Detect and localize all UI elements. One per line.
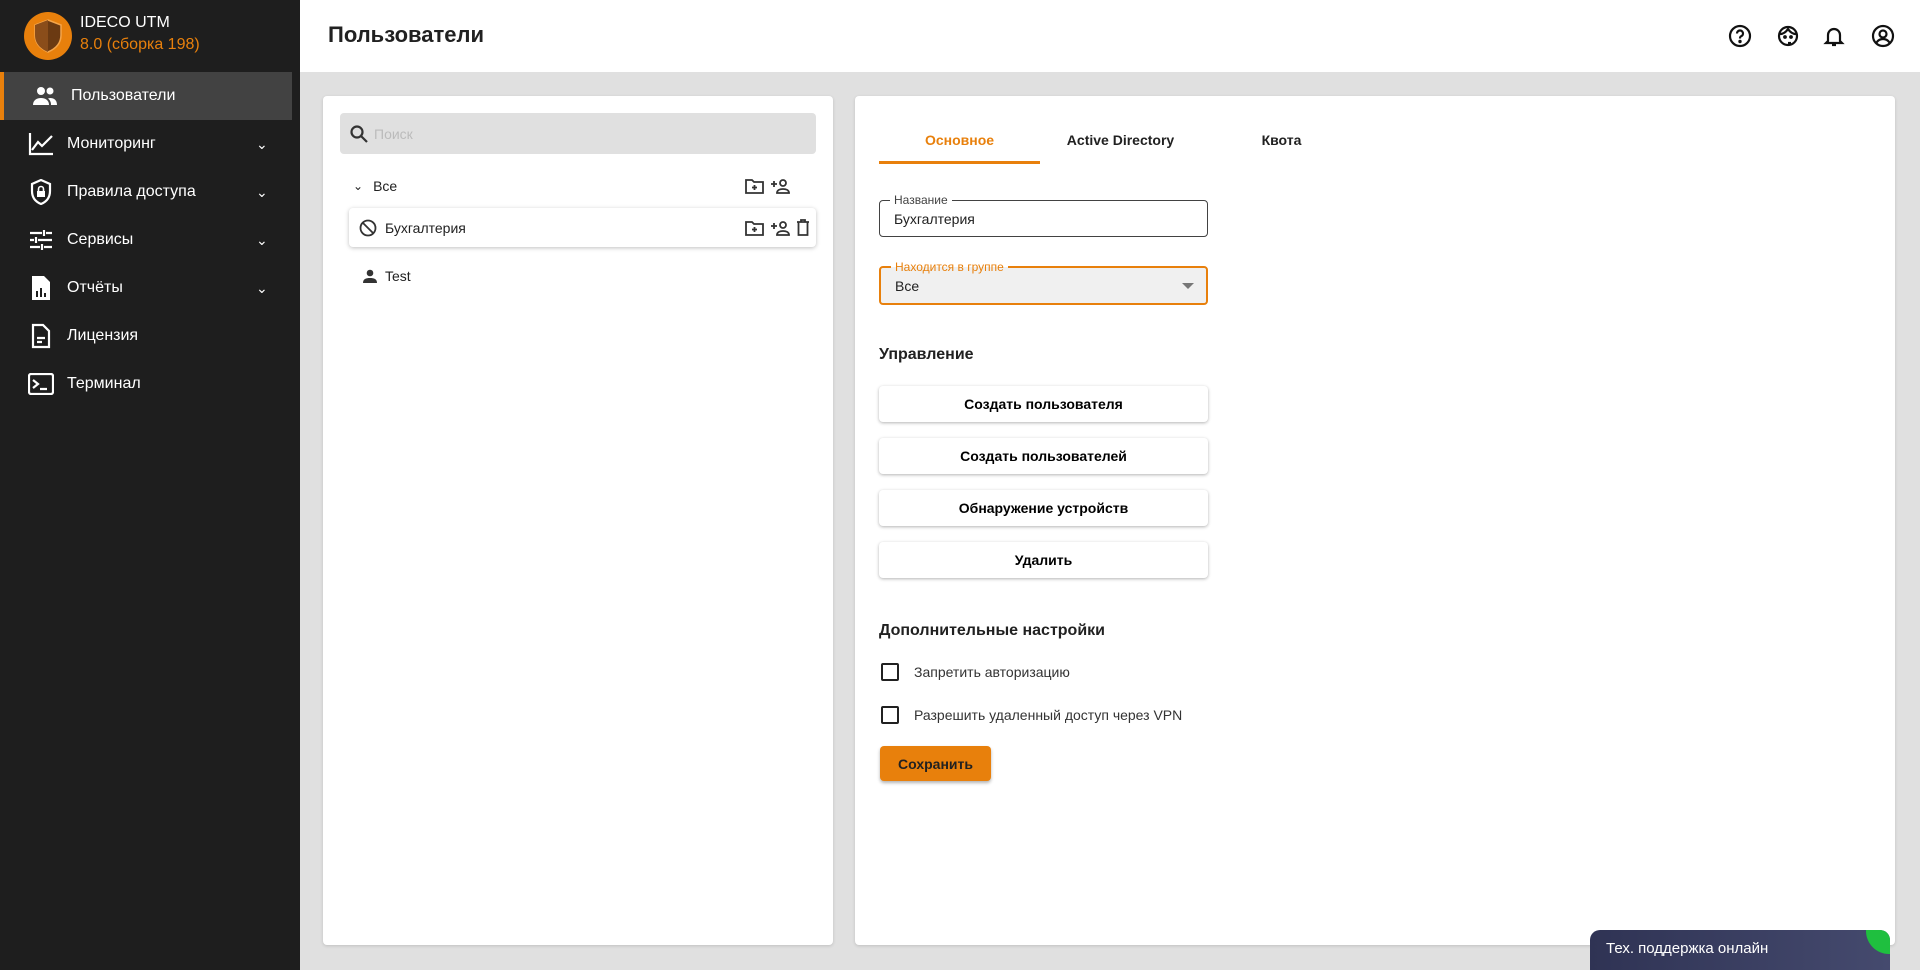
terminal-icon (28, 371, 54, 397)
create-user-button[interactable]: Создать пользователя (879, 386, 1208, 422)
document-icon (28, 323, 54, 349)
row-actions (745, 178, 790, 194)
tree-node-label: Бухгалтерия (385, 219, 466, 236)
tree-node-all[interactable]: ⌄ Все (353, 174, 813, 198)
groups-tree-panel: ⌄ Все Бухгалтерия Test (323, 96, 833, 945)
sliders-icon (28, 227, 54, 253)
add-user-icon[interactable] (770, 178, 790, 194)
create-users-button[interactable]: Создать пользователей (879, 438, 1208, 474)
brand: IDECO UTM 8.0 (сборка 198) (80, 12, 200, 56)
tab-active-directory[interactable]: Active Directory (1040, 120, 1201, 164)
deny-auth-checkbox[interactable] (881, 663, 899, 681)
shield-lock-icon (28, 179, 54, 205)
sidebar-item-reports[interactable]: Отчёты ⌄ (0, 264, 292, 312)
sidebar-item-services[interactable]: Сервисы ⌄ (0, 216, 292, 264)
add-folder-icon[interactable] (745, 220, 764, 236)
parent-group-label: Находится в группе (891, 260, 1008, 274)
sidebar-item-label: Мониторинг (67, 135, 156, 152)
help-icon[interactable] (1728, 24, 1752, 48)
page-title: Пользователи (328, 22, 485, 47)
group-details-panel: Основное Active Directory Квота Название… (855, 96, 1895, 945)
support-chat-widget[interactable]: Тех. поддержка онлайн (1590, 930, 1890, 970)
add-user-icon[interactable] (770, 220, 790, 236)
sidebar-item-label: Пользователи (71, 87, 176, 104)
row-actions (745, 219, 810, 236)
delete-button[interactable]: Удалить (879, 542, 1208, 578)
dropdown-arrow-icon (1182, 283, 1194, 289)
header: Пользователи (300, 0, 1920, 72)
tab-main[interactable]: Основное (879, 120, 1040, 164)
tree-node-user[interactable]: Test (363, 264, 411, 288)
sidebar-item-label: Отчёты (67, 279, 123, 296)
sidebar-item-users[interactable]: Пользователи (0, 72, 292, 120)
chevron-down-icon: ⌄ (256, 231, 268, 248)
users-icon (32, 83, 58, 109)
extra-settings-heading: Дополнительные настройки (879, 622, 1105, 639)
tree-node-label: Все (373, 178, 398, 194)
sidebar-item-access-rules[interactable]: Правила доступа ⌄ (0, 168, 292, 216)
sidebar-item-label: Терминал (67, 375, 141, 392)
sidebar-item-label: Сервисы (67, 231, 134, 248)
tree-node-group[interactable]: Бухгалтерия (349, 208, 816, 247)
allow-vpn-checkbox-row[interactable]: Разрешить удаленный доступ через VPN (881, 706, 1182, 724)
parent-group-value: Все (895, 278, 920, 294)
blocked-icon (359, 219, 377, 236)
tree-node-label: Test (385, 268, 411, 284)
name-field[interactable]: Название Бухгалтерия (879, 193, 1208, 237)
tab-quota[interactable]: Квота (1201, 120, 1362, 164)
deny-auth-checkbox-row[interactable]: Запретить авторизацию (881, 663, 1070, 681)
save-button[interactable]: Сохранить (880, 746, 991, 781)
support-label: Тех. поддержка онлайн (1606, 940, 1769, 957)
search-icon (350, 124, 368, 143)
bell-icon[interactable] (1822, 24, 1846, 48)
person-icon (363, 269, 377, 283)
chevron-down-icon[interactable]: ⌄ (353, 179, 363, 193)
chart-line-icon (28, 131, 54, 157)
chevron-down-icon: ⌄ (256, 279, 268, 296)
sidebar-item-label: Лицензия (67, 327, 139, 344)
account-icon[interactable] (1871, 24, 1895, 48)
checkbox-label: Разрешить удаленный доступ через VPN (914, 707, 1183, 723)
delete-icon[interactable] (796, 219, 810, 236)
chevron-down-icon: ⌄ (256, 183, 268, 200)
sidebar: IDECO UTM 8.0 (сборка 198) Пользователи … (0, 0, 300, 970)
name-field-label: Название (890, 193, 952, 207)
checkbox-label: Запретить авторизацию (914, 664, 1070, 680)
name-field-value: Бухгалтерия (894, 211, 975, 227)
online-status-indicator (1866, 930, 1890, 954)
app-version: 8.0 (сборка 198) (80, 36, 200, 53)
sidebar-item-monitoring[interactable]: Мониторинг ⌄ (0, 120, 292, 168)
sidebar-item-terminal[interactable]: Терминал (0, 360, 292, 408)
sidebar-item-license[interactable]: Лицензия (0, 312, 292, 360)
support-agent-icon[interactable] (1776, 24, 1800, 48)
search-input[interactable] (374, 125, 774, 142)
parent-group-select[interactable]: Находится в группе Все (879, 260, 1208, 305)
app-name: IDECO UTM (80, 14, 170, 31)
ideco-logo[interactable] (24, 12, 72, 60)
allow-vpn-checkbox[interactable] (881, 706, 899, 724)
search-box[interactable] (340, 113, 816, 154)
report-icon (28, 275, 54, 301)
discover-devices-button[interactable]: Обнаружение устройств (879, 490, 1208, 526)
chevron-down-icon: ⌄ (256, 135, 268, 152)
add-folder-icon[interactable] (745, 178, 764, 194)
management-heading: Управление (879, 346, 974, 363)
sidebar-item-label: Правила доступа (67, 183, 196, 200)
